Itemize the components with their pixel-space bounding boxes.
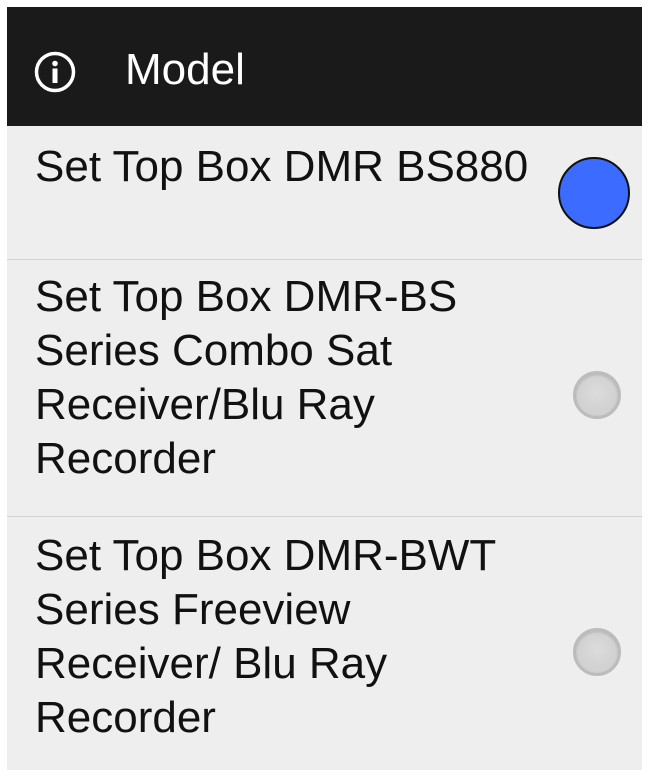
option-row[interactable]: Set Top Box DMR-BWT Series Freeview Rece… (7, 517, 642, 770)
model-dialog: Model Set Top Box DMR BS880 Set Top Box … (7, 7, 642, 770)
radio-button-selected[interactable] (558, 157, 630, 229)
info-icon (34, 51, 76, 93)
dialog-title-bar: Model (7, 7, 642, 126)
option-label: Set Top Box DMR-BS Series Combo Sat Rece… (35, 272, 458, 483)
screen: Model Set Top Box DMR BS880 Set Top Box … (0, 0, 649, 770)
dialog-title: Model (125, 45, 245, 94)
option-row[interactable]: Set Top Box DMR BS880 (7, 126, 642, 259)
radio-button[interactable] (573, 371, 621, 419)
option-row[interactable]: Set Top Box DMR-BS Series Combo Sat Rece… (7, 260, 642, 516)
option-label: Set Top Box DMR BS880 (35, 142, 529, 191)
radio-button[interactable] (573, 628, 621, 676)
option-label: Set Top Box DMR-BWT Series Freeview Rece… (35, 531, 496, 742)
